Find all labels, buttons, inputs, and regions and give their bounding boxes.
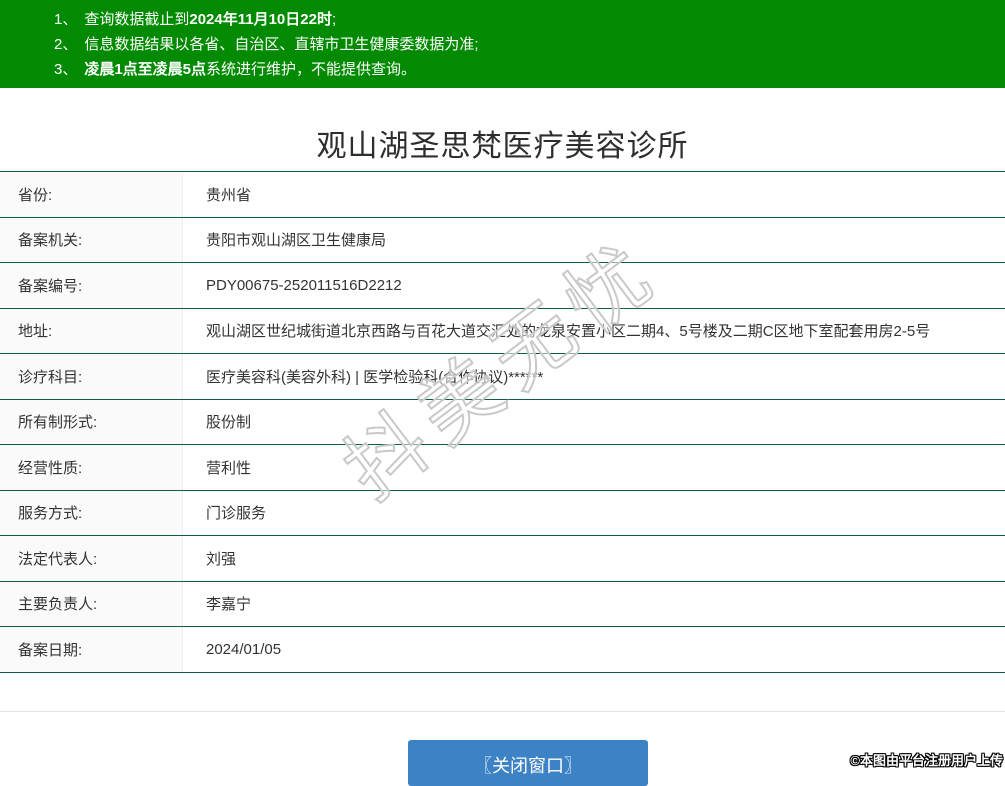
table-row-address: 地址: 观山湖区世纪城街道北京西路与百花大道交汇处的龙泉安置小区二期4、5号楼及… <box>0 307 1005 353</box>
table-row-filing-number: 备案编号: PDY00675-252011516D2212 <box>0 262 1005 308</box>
table-row-service-mode: 服务方式: 门诊服务 <box>0 489 1005 535</box>
row-value: 医疗美容科(美容外科) | 医学检验科(合作协议)****** <box>206 368 544 386</box>
row-label: 诊疗科目: <box>0 354 183 399</box>
row-value: PDY00675-252011516D2212 <box>206 276 402 294</box>
notice-number: 1、 <box>54 11 78 28</box>
row-label: 备案日期: <box>0 627 183 672</box>
notice-text: 查询数据截止到 <box>84 11 190 28</box>
table-row-legal-representative: 法定代表人: 刘强 <box>0 535 1005 581</box>
record-table: 省份: 贵州省 备案机关: 贵阳市观山湖区卫生健康局 备案编号: PDY0067… <box>0 171 1005 673</box>
page-title: 观山湖圣思梵医疗美容诊所 <box>316 130 689 163</box>
row-value: 贵州省 <box>206 186 252 204</box>
footer-divider <box>0 710 1005 712</box>
row-value: 贵阳市观山湖区卫生健康局 <box>206 232 387 250</box>
notice-text: 系统进行维护，不能提供查询。 <box>206 61 417 78</box>
row-label: 省份: <box>0 172 183 217</box>
row-value: 观山湖区世纪城街道北京西路与百花大道交汇处的龙泉安置小区二期4、5号楼及二期C区… <box>206 323 931 341</box>
notice-line-3: 3、 凌晨1点至凌晨5点系统进行维护，不能提供查询。 <box>0 57 1005 82</box>
attribution-text: ©本图由平台注册用户上传 <box>850 753 1003 768</box>
row-value: 刘强 <box>206 550 237 568</box>
row-label: 服务方式: <box>0 490 183 535</box>
notice-text: 信息数据结果以各省、自治区、直辖市卫生健康委数据为准; <box>84 36 479 53</box>
row-label: 所有制形式: <box>0 399 183 444</box>
row-value: 门诊服务 <box>206 505 267 523</box>
table-row-filing-date: 备案日期: 2024/01/05 <box>0 626 1005 672</box>
row-value: 李嘉宁 <box>206 596 252 614</box>
row-label: 备案编号: <box>0 263 183 308</box>
table-row-main-responsible-person: 主要负责人: 李嘉宁 <box>0 580 1005 626</box>
notice-line-1: 1、 查询数据截止到2024年11月10日22时; <box>0 7 1005 32</box>
notice-number: 2、 <box>54 36 78 53</box>
table-row-departments: 诊疗科目: 医疗美容科(美容外科) | 医学检验科(合作协议)****** <box>0 353 1005 399</box>
row-label: 备案机关: <box>0 217 183 262</box>
table-row-filing-authority: 备案机关: 贵阳市观山湖区卫生健康局 <box>0 216 1005 262</box>
row-value: 股份制 <box>206 414 252 432</box>
row-label: 法定代表人: <box>0 536 183 581</box>
table-row-ownership: 所有制形式: 股份制 <box>0 398 1005 444</box>
notice-banner: 1、 查询数据截止到2024年11月10日22时; 2、 信息数据结果以各省、自治区… <box>0 0 1005 88</box>
table-row-province: 省份: 贵州省 <box>0 171 1005 217</box>
row-label: 经营性质: <box>0 445 183 490</box>
close-window-button[interactable]: 〖关闭窗口〗 <box>408 740 648 786</box>
row-label: 主要负责人: <box>0 581 183 626</box>
row-value: 营利性 <box>206 459 252 477</box>
row-value: 2024/01/05 <box>206 640 282 658</box>
notice-line-2: 2、 信息数据结果以各省、自治区、直辖市卫生健康委数据为准; <box>0 32 1005 57</box>
notice-text-bold: 凌晨1点至凌晨5点 <box>84 61 207 78</box>
notice-text-bold: 2024年11月10日22时 <box>189 11 332 28</box>
notice-text: ; <box>331 11 337 28</box>
table-row-business-nature: 经营性质: 营利性 <box>0 444 1005 490</box>
notice-number: 3、 <box>54 61 78 78</box>
row-label: 地址: <box>0 308 183 353</box>
